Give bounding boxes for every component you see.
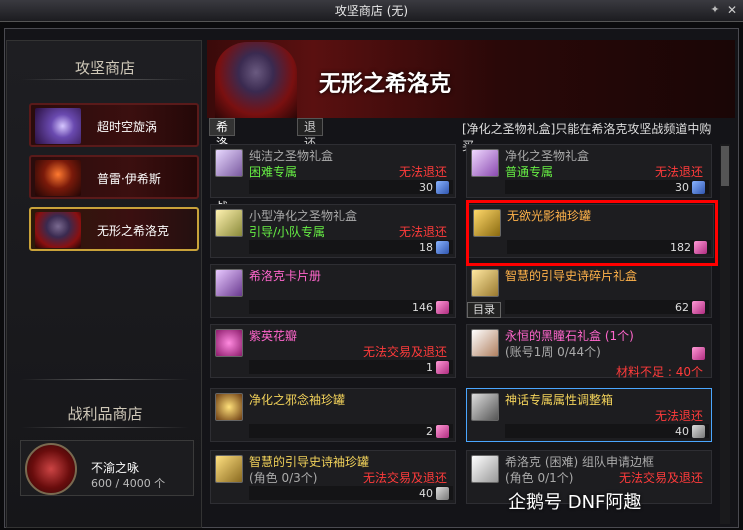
- currency-icon: [436, 425, 449, 438]
- petal-icon: [215, 329, 243, 357]
- price-bar: [249, 360, 453, 374]
- shop-item[interactable]: 希洛克卡片册 146: [210, 264, 456, 318]
- shop-thumbnail: [35, 160, 81, 196]
- attribute-box-icon: [471, 393, 499, 421]
- shop-item[interactable]: 小型净化之圣物礼盒 引导/小队专属 无法退还 18: [210, 204, 456, 258]
- tab-sirocco-raid[interactable]: 希洛克攻坚战: [209, 118, 236, 214]
- red-highlight-box: [466, 200, 718, 266]
- currency-icon: [436, 301, 449, 314]
- item-name: 希洛克卡片册: [249, 269, 322, 283]
- item-price: 18: [419, 241, 433, 254]
- item-name: 智慧的引导史诗袖珍罐: [249, 455, 370, 469]
- shop-thumbnail: [35, 212, 81, 248]
- item-price: 1: [426, 361, 433, 374]
- close-icon[interactable]: ✕: [725, 3, 739, 17]
- black-stone-box-icon: [471, 329, 499, 357]
- boss-portrait: [215, 42, 297, 118]
- card-album-icon: [215, 269, 243, 297]
- item-price: 2: [426, 425, 433, 438]
- item-name: 紫英花瓣: [249, 329, 298, 343]
- shop-item[interactable]: 智慧的引导史诗袖珍罐 (角色 0/3个) 无法交易及退还 40: [210, 450, 456, 504]
- shop-banner: 无形之希洛克: [207, 40, 735, 118]
- item-price: 30: [419, 181, 433, 194]
- item-warn: 无法退还: [654, 165, 703, 179]
- shop-item[interactable]: 永恒的黑瞳石礼盒 (1个) (账号1周 0/44个) 材料不足 : 40个: [466, 324, 712, 379]
- currency-icon: [692, 425, 705, 438]
- shop-button-sirocco[interactable]: 无形之希洛克: [29, 207, 199, 251]
- item-price: 146: [412, 301, 433, 314]
- divider: [21, 379, 189, 380]
- item-sub: (角色 0/1个): [505, 471, 574, 485]
- shop-button-prey-isis[interactable]: 普雷·伊希斯: [29, 155, 199, 199]
- evil-jar-icon: [215, 393, 243, 421]
- watermark-text: 企鹅号 DNF阿趣: [508, 492, 642, 513]
- price-bar: [249, 424, 453, 438]
- item-sub: 困难专属: [249, 165, 298, 179]
- trophy-name: 不渝之咏: [91, 461, 140, 475]
- party-frame-icon: [471, 455, 499, 483]
- tab-refund[interactable]: 退还: [297, 118, 324, 150]
- currency-icon: [692, 181, 705, 194]
- item-name: 智慧的引导史诗碎片礼盒: [505, 269, 638, 283]
- item-sub: 普通专属: [505, 165, 554, 179]
- item-sub: (角色 0/3个): [249, 471, 318, 485]
- item-price: 40: [675, 425, 689, 438]
- item-name: 永恒的黑瞳石礼盒 (1个): [505, 329, 634, 343]
- item-name: 神话专属属性调整箱: [505, 393, 614, 407]
- item-warn: 无法退还: [398, 225, 447, 239]
- trophy-icon: [25, 443, 77, 495]
- epic-jar-icon: [215, 455, 243, 483]
- item-name: 纯洁之圣物礼盒: [249, 149, 334, 163]
- item-name: 净化之圣物礼盒: [505, 149, 590, 163]
- scrollbar-thumb[interactable]: [721, 146, 729, 186]
- item-warn: 材料不足 : 40个: [616, 365, 703, 379]
- window-title: 攻坚商店 (无): [334, 4, 409, 18]
- item-name: 小型净化之圣物礼盒: [249, 209, 358, 223]
- item-warn: 无法交易及退还: [362, 345, 447, 359]
- currency-icon: [436, 241, 449, 254]
- shop-item[interactable]: 智慧的引导史诗碎片礼盒 62: [466, 264, 712, 318]
- item-price: 40: [419, 487, 433, 500]
- currency-icon: [692, 347, 705, 360]
- pin-icon[interactable]: ✦: [709, 4, 721, 16]
- item-warn: 无法交易及退还: [618, 471, 703, 485]
- shop-label: 超时空旋涡: [97, 120, 158, 134]
- catalog-button[interactable]: 目录: [467, 302, 501, 318]
- banner-title: 无形之希洛克: [319, 72, 452, 97]
- item-price: 62: [675, 301, 689, 314]
- trophy-section-title: 战利品商店: [67, 405, 143, 423]
- shop-label: 普雷·伊希斯: [97, 172, 161, 186]
- shop-section-title: 攻坚商店: [74, 59, 135, 77]
- currency-icon: [436, 487, 449, 500]
- item-name: 希洛克 (困难) 组队申请边框: [505, 455, 654, 469]
- item-sub: (账号1周 0/44个): [505, 345, 601, 359]
- currency-icon: [436, 181, 449, 194]
- shop-item-selected[interactable]: 神话专属属性调整箱 无法退还 40: [466, 388, 712, 442]
- divider: [21, 79, 189, 80]
- trophy-shop-button[interactable]: 不渝之咏 600 / 4000 个: [20, 440, 194, 496]
- item-warn: 无法交易及退还: [362, 471, 447, 485]
- window-titlebar: 攻坚商店 (无) ✦ ✕: [0, 0, 743, 22]
- item-warn: 无法退还: [398, 165, 447, 179]
- shop-thumbnail: [35, 108, 81, 144]
- shop-item[interactable]: 纯洁之圣物礼盒 困难专属 无法退还 30: [210, 144, 456, 198]
- shop-button-super-time-vortex[interactable]: 超时空旋涡: [29, 103, 199, 147]
- small-relic-box-icon: [215, 209, 243, 237]
- item-price: 30: [675, 181, 689, 194]
- currency-icon: [692, 301, 705, 314]
- shop-item[interactable]: 净化之圣物礼盒 普通专属 无法退还 30: [466, 144, 712, 198]
- item-sub: 引导/小队专属: [249, 225, 326, 239]
- divider: [21, 427, 189, 428]
- item-warn: 无法退还: [654, 409, 703, 423]
- item-name: 净化之邪念袖珍罐: [249, 393, 346, 407]
- shop-item[interactable]: 净化之邪念袖珍罐 2: [210, 388, 456, 442]
- shop-item[interactable]: 紫英花瓣 无法交易及退还 1: [210, 324, 456, 378]
- purify-relic-box-icon: [471, 149, 499, 177]
- currency-icon: [436, 361, 449, 374]
- trophy-count: 600 / 4000 个: [91, 477, 166, 490]
- scrollbar[interactable]: [720, 144, 730, 524]
- epic-shard-box-icon: [471, 269, 499, 297]
- shop-label: 无形之希洛克: [97, 224, 170, 238]
- pure-relic-box-icon: [215, 149, 243, 177]
